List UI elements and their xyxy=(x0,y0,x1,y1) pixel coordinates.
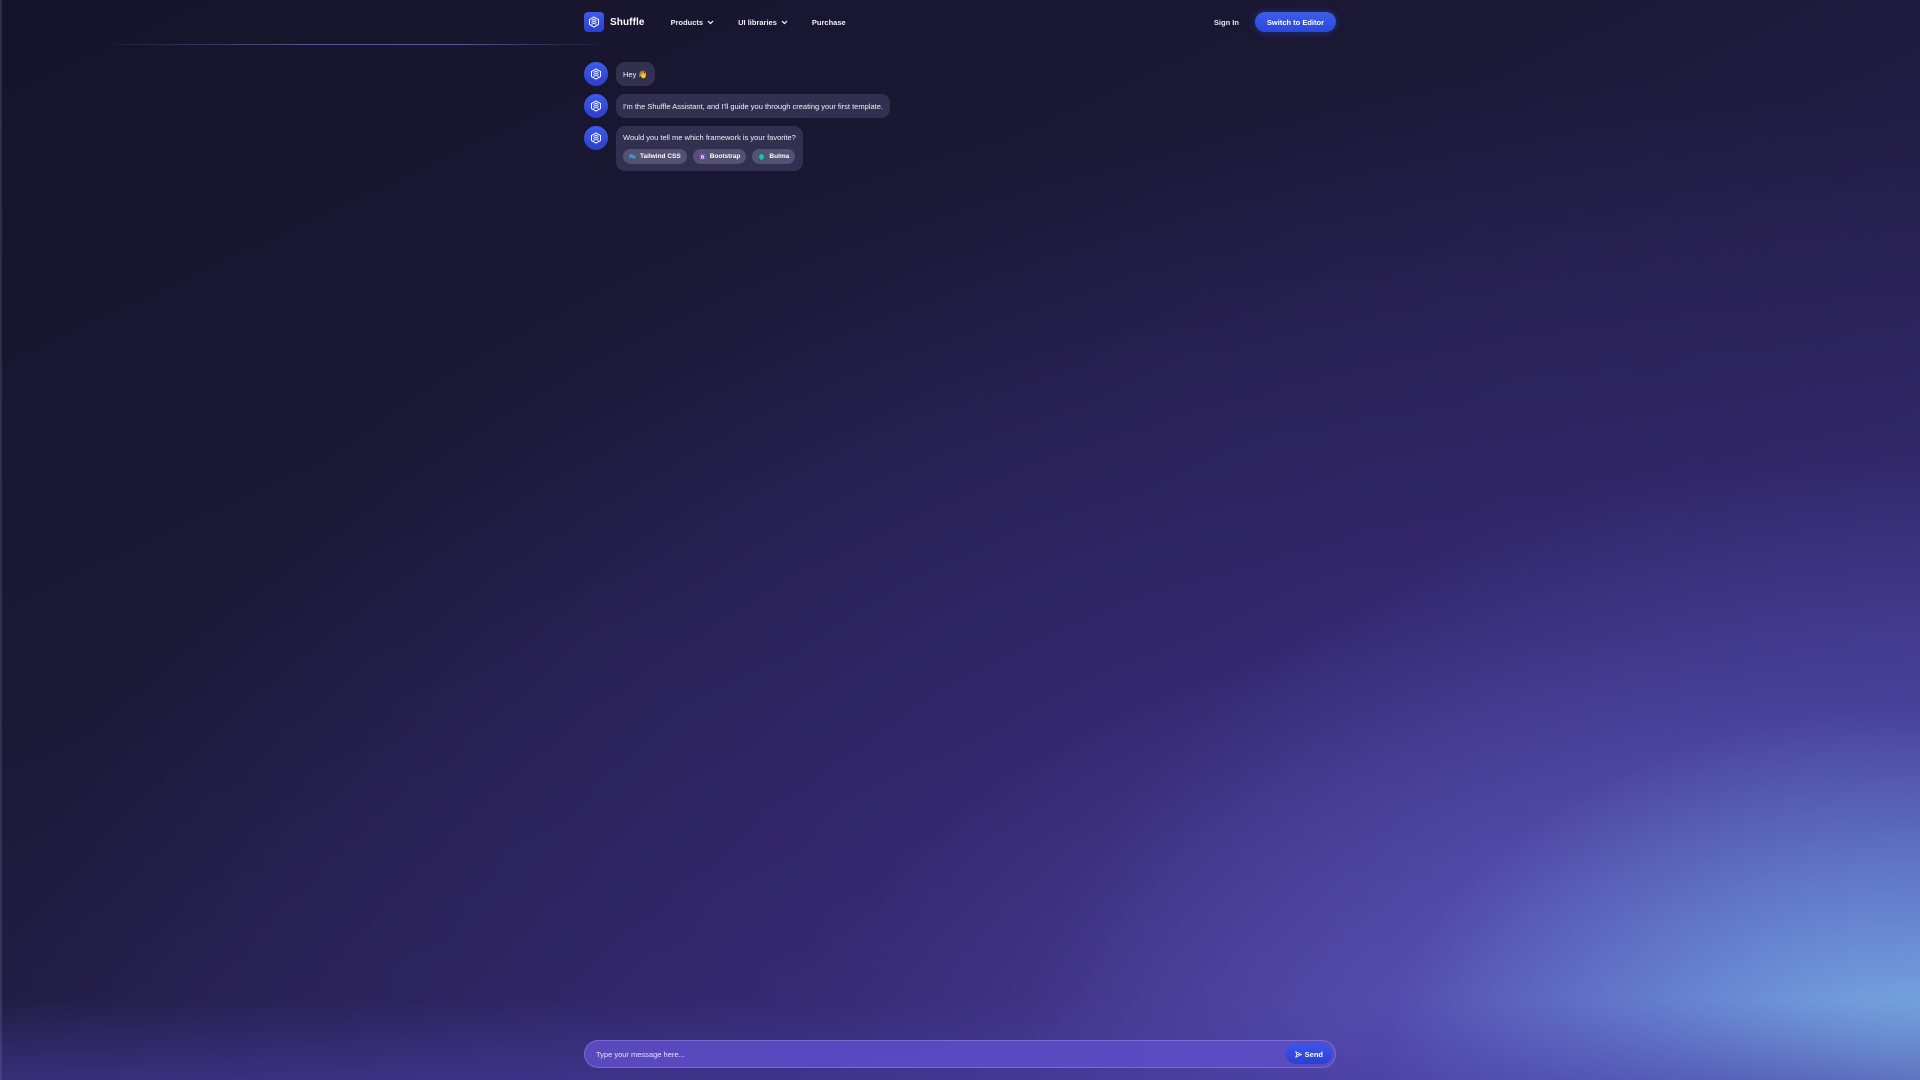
message-text: Would you tell me which framework is you… xyxy=(623,133,796,142)
send-button[interactable]: Send xyxy=(1285,1044,1332,1064)
assistant-avatar xyxy=(584,94,608,118)
brand-name[interactable]: Shuffle xyxy=(610,17,645,28)
bootstrap-icon: B xyxy=(699,153,706,160)
sign-in-link[interactable]: Sign In xyxy=(1214,18,1239,27)
option-tailwind-css[interactable]: Tailwind CSS xyxy=(623,149,687,164)
message-input[interactable] xyxy=(596,1049,1286,1059)
svg-text:B: B xyxy=(700,154,704,160)
shuffle-logo-icon xyxy=(591,100,601,112)
header-divider xyxy=(90,44,610,45)
background-gradient xyxy=(0,0,1920,1080)
header-actions: Sign In Switch to Editor xyxy=(1214,12,1336,32)
main-nav: Products UI libraries Purchase xyxy=(671,18,846,27)
tailwind-icon xyxy=(629,154,636,159)
chevron-down-icon xyxy=(707,20,714,24)
nav-item-label: Purchase xyxy=(811,17,846,27)
nav-item-label: Products xyxy=(670,17,704,27)
option-bulma[interactable]: Bulma xyxy=(752,149,796,164)
option-label: Bootstrap xyxy=(709,153,741,160)
assistant-avatar xyxy=(584,62,608,86)
message-bubble: Would you tell me which framework is you… xyxy=(616,126,803,171)
option-label: Bulma xyxy=(769,153,790,160)
send-label: Send xyxy=(1304,1049,1323,1059)
message-composer: Send xyxy=(584,1040,1336,1068)
left-edge-line xyxy=(0,0,2,1080)
shuffle-logo-icon xyxy=(591,132,601,144)
nav-item-products[interactable]: Products xyxy=(671,18,715,27)
option-bootstrap[interactable]: B Bootstrap xyxy=(692,149,747,164)
shuffle-logo-icon[interactable] xyxy=(584,12,604,32)
message-bubble: Hey 👋 xyxy=(616,62,655,86)
chat-thread: Hey 👋 I'm the Shuffle Assistant, and I'l… xyxy=(584,62,890,179)
chat-message: I'm the Shuffle Assistant, and I'll guid… xyxy=(584,94,890,118)
nav-item-label: UI libraries xyxy=(738,17,777,27)
chevron-down-icon xyxy=(781,20,788,24)
option-label: Tailwind CSS xyxy=(640,153,681,160)
chat-message: Would you tell me which framework is you… xyxy=(584,126,890,171)
shuffle-logo-icon xyxy=(591,68,601,80)
assistant-avatar xyxy=(584,126,608,150)
bulma-icon xyxy=(759,153,765,160)
switch-to-editor-button[interactable]: Switch to Editor xyxy=(1254,12,1336,32)
top-navbar: Shuffle Products UI libraries Purchase S… xyxy=(584,10,1336,34)
nav-item-ui-libraries[interactable]: UI libraries xyxy=(738,18,788,27)
nav-item-purchase[interactable]: Purchase xyxy=(812,18,846,27)
framework-options: Tailwind CSS B Bootstrap Bulma xyxy=(623,149,796,164)
chat-message: Hey 👋 xyxy=(584,62,890,86)
send-icon xyxy=(1294,1050,1302,1058)
message-bubble: I'm the Shuffle Assistant, and I'll guid… xyxy=(616,94,890,118)
